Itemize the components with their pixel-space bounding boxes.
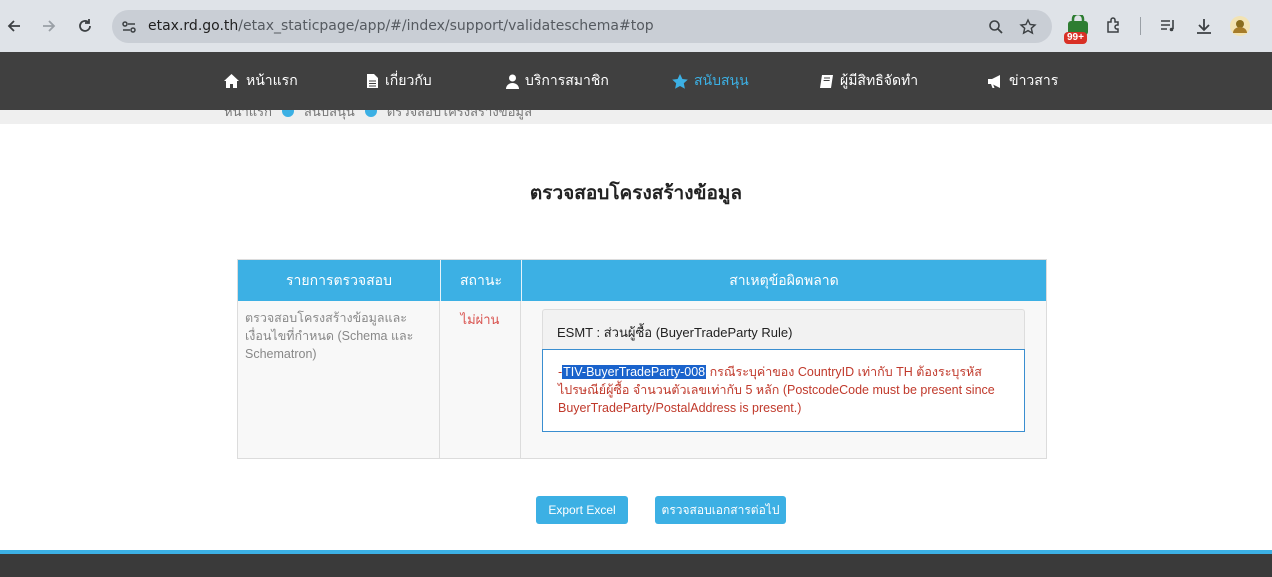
export-excel-button[interactable]: Export Excel [536,496,628,524]
user-icon [506,74,519,89]
footer [0,554,1272,577]
nav-about[interactable]: เกี่ยวกับ [366,52,432,110]
address-bar[interactable]: etax.rd.go.th/etax_staticpage/app/#/inde… [112,10,1052,43]
error-panel-body: -TIV-BuyerTradeParty-008 กรณีระบุค่าของ … [542,349,1025,432]
nav-member-services[interactable]: บริการสมาชิก [506,52,609,110]
megaphone-icon [988,74,1000,88]
breadcrumb: หน้าแรก สนับสนุน ตรวจสอบโครงสร้างข้อมูล [0,110,1272,124]
star-icon [672,73,688,89]
error-panel: ESMT : ส่วนผู้ซื้อ (BuyerTradeParty Rule… [542,309,1025,432]
nav-news-label: ข่าวสาร [1009,72,1059,88]
nav-support-label: สนับสนุน [694,72,749,88]
nav-home[interactable]: หน้าแรก [223,52,298,110]
nav-home-label: หน้าแรก [246,72,298,88]
zoom-icon[interactable] [986,17,1006,37]
extension-badge: 99+ [1064,32,1087,44]
reload-icon[interactable] [73,14,97,38]
main-navigation: หน้าแรก เกี่ยวกับ บริการสมาชิก สนับสนุน … [0,52,1272,110]
book-icon [820,74,833,88]
forward-icon[interactable] [37,14,61,38]
nav-support[interactable]: สนับสนุน [672,52,749,110]
header-check-item: รายการตรวจสอบ [286,271,392,288]
toolbar-divider [1140,17,1141,35]
validation-result-table: รายการตรวจสอบ สถานะ สาเหตุข้อผิดพลาด ตรว… [237,259,1047,459]
back-icon[interactable] [2,14,26,38]
check-next-document-button[interactable]: ตรวจสอบเอกสารต่อไป [655,496,786,524]
status-cell: ไม่ผ่าน [460,312,500,327]
nav-news[interactable]: ข่าวสาร [987,52,1058,110]
puzzle-icon[interactable] [1102,14,1126,38]
browser-toolbar: etax.rd.go.th/etax_staticpage/app/#/inde… [0,0,1272,52]
breadcrumb-home[interactable]: หน้าแรก [224,110,272,122]
nav-member-services-label: บริการสมาชิก [525,72,609,88]
header-error-cause: สาเหตุข้อผิดพลาด [521,260,1046,301]
table-row: ตรวจสอบโครงสร้างข้อมูลและเงื่อนไขที่กำหน… [238,301,1046,458]
header-status: สถานะ [440,260,521,301]
nav-authorized-issuers-label: ผู้มีสิทธิจัดทำ [840,72,919,88]
page-title: ตรวจสอบโครงสร้างข้อมูล [529,183,743,204]
home-icon [224,74,239,88]
breadcrumb-separator-icon [282,110,294,117]
download-icon[interactable] [1192,14,1216,38]
breadcrumb-separator-icon [364,110,377,117]
check-item-cell: ตรวจสอบโครงสร้างข้อมูลและเงื่อนไขที่กำหน… [245,311,414,361]
media-control-icon[interactable] [1156,14,1180,38]
error-code[interactable]: TIV-BuyerTradeParty-008 [562,365,707,379]
url-host: etax.rd.go.th [148,18,239,34]
column-divider [520,301,521,458]
error-panel-heading: ESMT : ส่วนผู้ซื้อ (BuyerTradeParty Rule… [542,309,1025,350]
table-header: รายการตรวจสอบ สถานะ สาเหตุข้อผิดพลาด [238,260,1046,301]
nav-about-label: เกี่ยวกับ [385,72,432,88]
breadcrumb-support[interactable]: สนับสนุน [304,110,355,122]
bookmark-star-icon[interactable] [1018,17,1038,37]
url-text[interactable]: etax.rd.go.th/etax_staticpage/app/#/inde… [148,18,654,34]
document-icon [367,74,378,88]
breadcrumb-current: ตรวจสอบโครงสร้างข้อมูล [386,110,532,120]
site-settings-icon[interactable] [120,18,138,36]
url-path: /etax_staticpage/app/#/index/support/val… [238,18,654,34]
nav-authorized-issuers[interactable]: ผู้มีสิทธิจัดทำ [819,52,918,110]
profile-avatar[interactable] [1228,14,1252,38]
